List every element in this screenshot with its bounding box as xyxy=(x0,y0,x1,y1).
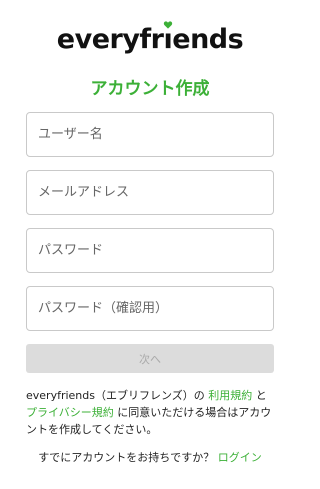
login-link[interactable]: ログイン xyxy=(218,451,262,464)
email-input[interactable] xyxy=(38,171,273,214)
login-prompt: すでにアカウントをお持ちですか？ ログイン xyxy=(0,449,300,465)
logo-text-start: everyfr xyxy=(56,24,164,55)
terms-notice: everyfriends（エブリフレンズ）の 利用規約 と プライバシー規約 に… xyxy=(26,387,276,438)
login-question: すでにアカウントをお持ちですか？ xyxy=(38,451,218,464)
username-field[interactable] xyxy=(26,112,274,157)
password-confirm-input[interactable] xyxy=(38,287,273,330)
app-logo: everyfr ı ends xyxy=(0,21,300,60)
privacy-policy-link[interactable]: プライバシー規約 xyxy=(26,406,114,419)
password-field[interactable] xyxy=(26,228,274,273)
email-field[interactable] xyxy=(26,170,274,215)
logo-text-end: ends xyxy=(172,24,244,55)
heart-icon xyxy=(163,21,173,29)
password-confirm-field[interactable] xyxy=(26,286,274,331)
next-button[interactable]: 次へ xyxy=(26,344,274,373)
page-title: アカウント作成 xyxy=(90,79,210,99)
logo-i: ı xyxy=(163,21,173,55)
password-input[interactable] xyxy=(38,229,273,272)
terms-of-use-link[interactable]: 利用規約 xyxy=(208,389,252,402)
terms-prefix: everyfriends（エブリフレンズ）の xyxy=(26,389,209,402)
username-input[interactable] xyxy=(38,113,273,156)
terms-and: と xyxy=(252,389,267,402)
